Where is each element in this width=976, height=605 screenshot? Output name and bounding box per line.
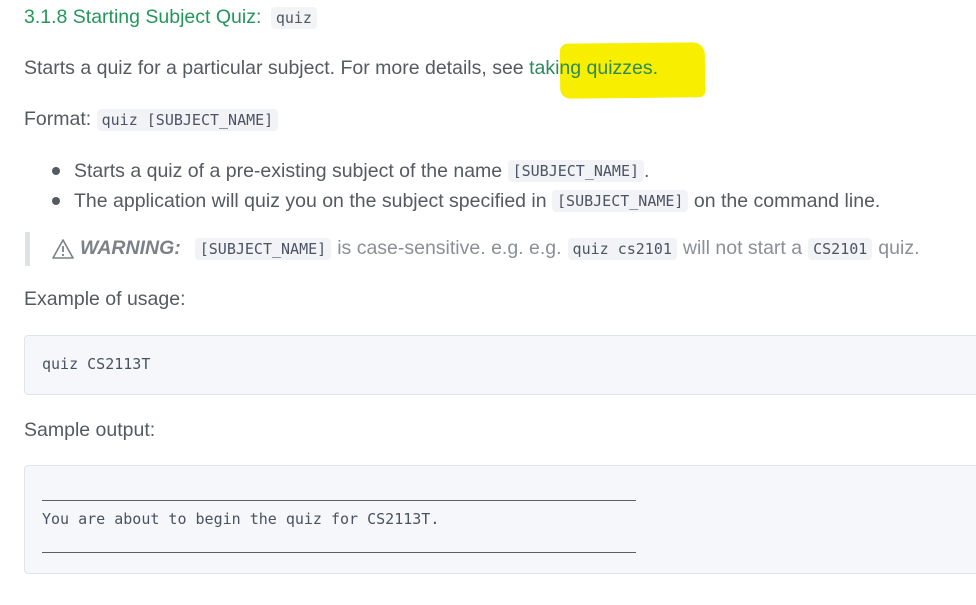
warning-border — [25, 232, 30, 266]
section-heading-code: quiz — [270, 7, 317, 29]
bullet-code: [SUBJECT_NAME] — [507, 160, 645, 182]
sample-output-block: You are about to begin the quiz for CS21… — [24, 465, 976, 574]
taking-quizzes-link[interactable]: taking quizzes. — [529, 57, 658, 79]
output-divider — [42, 500, 636, 501]
bullet-text: The application will quiz you on the sub… — [74, 189, 547, 212]
warning-triangle-icon — [52, 238, 74, 259]
warning-code: [SUBJECT_NAME] — [194, 237, 332, 260]
intro-paragraph: Starts a quiz for a particular subject. … — [24, 57, 658, 80]
warning-callout: WARNING: [SUBJECT_NAME] is case-sensitiv… — [52, 237, 920, 260]
list-item: Starts a quiz of a pre-existing subject … — [52, 156, 880, 186]
warning-code: CS2101 — [808, 237, 873, 260]
bullet-text-after: on the command line. — [693, 189, 881, 212]
bullet-list: Starts a quiz of a pre-existing subject … — [52, 156, 880, 216]
warning-code: quiz cs2101 — [567, 237, 677, 260]
sample-output-text: You are about to begin the quiz for CS21… — [42, 510, 440, 528]
format-code: quiz [SUBJECT_NAME] — [96, 109, 279, 131]
section-heading-text: 3.1.8 Starting Subject Quiz: — [24, 6, 262, 28]
example-code-block: quiz CS2113T — [24, 335, 976, 395]
bullet-dot — [52, 167, 60, 175]
bullet-code: [SUBJECT_NAME] — [552, 190, 689, 212]
bullet-dot — [52, 197, 60, 205]
example-code: quiz CS2113T — [42, 355, 151, 373]
sample-output-label: Sample output: — [24, 419, 156, 441]
bullet-text: Starts a quiz of a pre-existing subject … — [74, 159, 503, 182]
list-item: The application will quiz you on the sub… — [52, 186, 880, 216]
section-heading: 3.1.8 Starting Subject Quiz: quiz — [24, 6, 317, 29]
format-label: Format: — [24, 108, 92, 130]
intro-text: Starts a quiz for a particular subject. … — [24, 57, 524, 79]
warning-text: quiz. — [878, 237, 920, 259]
warning-label: WARNING: — [80, 237, 181, 259]
format-line: Format: quiz [SUBJECT_NAME] — [24, 108, 279, 131]
bullet-text-after: . — [644, 159, 650, 182]
warning-text: will not start a — [682, 237, 803, 259]
output-divider — [42, 552, 636, 553]
example-label: Example of usage: — [24, 288, 186, 310]
warning-text: is case-sensitive. e.g. e.g. — [337, 237, 562, 259]
